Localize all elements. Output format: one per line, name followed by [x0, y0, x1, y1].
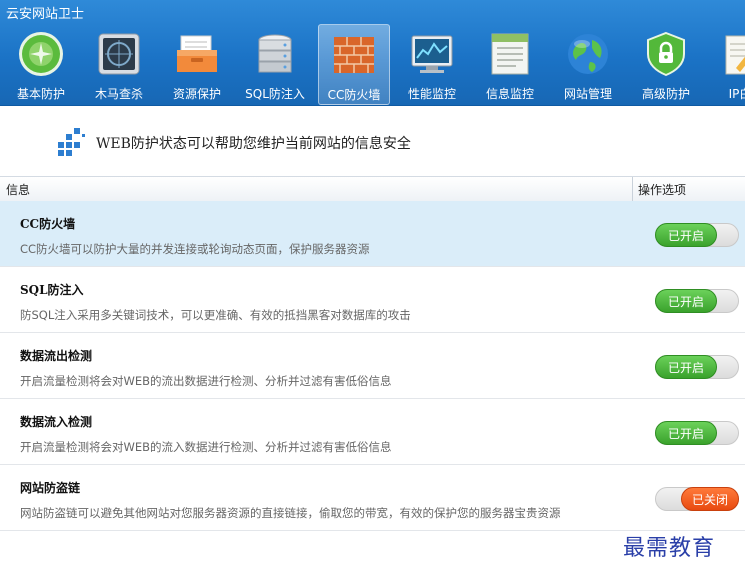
nav-label: 木马查杀: [94, 87, 143, 101]
column-header-info: 信息: [6, 183, 31, 197]
orange-folder-icon: [177, 35, 217, 72]
nav-label: CC防火墙: [327, 88, 381, 102]
nav-item-advanced-protection[interactable]: 高级防护: [631, 24, 701, 104]
nav-label: 资源保护: [172, 87, 221, 101]
list-item[interactable]: 数据流出检测 开启流量检测将会对WEB的流出数据进行检测、分析并过滤有害低俗信息…: [0, 333, 745, 399]
nav-item-ip-whitelist[interactable]: IP白: [705, 24, 745, 104]
outbound-detection-toggle[interactable]: 已开启: [655, 355, 739, 379]
nav-item-performance-monitor[interactable]: 性能监控: [397, 24, 467, 104]
column-divider[interactable]: [632, 177, 633, 201]
sql-injection-toggle[interactable]: 已开启: [655, 289, 739, 313]
top-header: 云安网站卫士 基本防护 木马查杀 资源保护 SQL防注入 CC防火墙 性能监控 …: [0, 0, 745, 106]
nav-item-resource-protection[interactable]: 资源保护: [162, 24, 232, 104]
app-title: 云安网站卫士: [6, 7, 85, 22]
table-header: 信息 操作选项: [0, 176, 745, 202]
nav-label: 基本防护: [16, 87, 65, 101]
globe-icon: [568, 34, 608, 74]
item-description: 开启流量检测将会对WEB的流出数据进行检测、分析并过滤有害低俗信息: [20, 374, 392, 388]
nav-item-info-monitor[interactable]: 信息监控: [475, 24, 545, 104]
list-item[interactable]: 数据流入检测 开启流量检测将会对WEB的流入数据进行检测、分析并过滤有害低俗信息…: [0, 399, 745, 465]
document-list-icon: [491, 33, 529, 75]
toggle-state-label: 已开启: [655, 223, 717, 247]
item-description: CC防火墙可以防护大量的并发连接或轮询动态页面，保护服务器资源: [20, 242, 370, 256]
grid-dots-icon: [58, 128, 85, 156]
column-header-options: 操作选项: [638, 183, 687, 197]
item-title: 网站防盗链: [20, 481, 81, 495]
nav-label: 性能监控: [407, 87, 456, 101]
pencil-note-icon: [725, 35, 745, 75]
list-item[interactable]: SQL防注入 防SQL注入采用多关键词技术，可以更准确、有效的抵挡黑客对数据库的…: [0, 267, 745, 333]
item-description: 开启流量检测将会对WEB的流入数据进行检测、分析并过滤有害低俗信息: [20, 440, 392, 454]
list-item[interactable]: CC防火墙 CC防火墙可以防护大量的并发连接或轮询动态页面，保护服务器资源 已开…: [0, 201, 745, 267]
hotlink-protection-toggle[interactable]: 已关闭: [655, 487, 739, 511]
nav-label: 信息监控: [485, 87, 534, 101]
item-title: 数据流入检测: [20, 415, 93, 429]
main-nav: 基本防护 木马查杀 资源保护 SQL防注入 CC防火墙 性能监控 信息监控 网站…: [0, 24, 745, 105]
nav-item-trojan-scan[interactable]: 木马查杀: [84, 24, 154, 104]
watermark-text: 最需教育: [623, 536, 716, 561]
item-description: 网站防盗链可以避免其他网站对您服务器资源的直接链接，偷取您的带宽，有效的保护您的…: [20, 506, 561, 520]
toggle-state-label: 已开启: [655, 289, 717, 313]
protection-list: CC防火墙 CC防火墙可以防护大量的并发连接或轮询动态页面，保护服务器资源 已开…: [0, 201, 745, 531]
item-description: 防SQL注入采用多关键词技术，可以更准确、有效的抵挡黑客对数据库的攻击: [20, 308, 411, 322]
green-orb-icon: [19, 32, 63, 76]
item-title: 数据流出检测: [20, 349, 93, 363]
banner-text: WEB防护状态可以帮助您维护当前网站的信息安全: [96, 136, 411, 152]
cc-firewall-toggle[interactable]: 已开启: [655, 223, 739, 247]
nav-item-cc-firewall[interactable]: CC防火墙: [318, 24, 390, 105]
nav-label: SQL防注入: [245, 87, 305, 101]
inbound-detection-toggle[interactable]: 已开启: [655, 421, 739, 445]
database-icon: [258, 34, 292, 73]
item-title: CC防火墙: [20, 217, 76, 231]
nav-label: 网站管理: [563, 87, 612, 101]
toggle-state-label: 已开启: [655, 355, 717, 379]
shield-lock-icon: [647, 31, 685, 77]
toggle-state-label: 已开启: [655, 421, 717, 445]
status-banner: WEB防护状态可以帮助您维护当前网站的信息安全: [0, 106, 745, 176]
nav-item-basic-protection[interactable]: 基本防护: [6, 24, 76, 104]
list-item[interactable]: 网站防盗链 网站防盗链可以避免其他网站对您服务器资源的直接链接，偷取您的带宽，有…: [0, 465, 745, 531]
nav-item-sql-injection[interactable]: SQL防注入: [240, 24, 310, 104]
nav-label: IP白: [728, 87, 745, 101]
monitor-chart-icon: [411, 35, 453, 73]
radar-screen-icon: [98, 33, 140, 75]
nav-label: 高级防护: [641, 87, 690, 101]
toggle-state-label: 已关闭: [681, 487, 739, 511]
brick-wall-icon: [334, 37, 374, 73]
nav-item-site-management[interactable]: 网站管理: [553, 24, 623, 104]
item-title: SQL防注入: [20, 283, 84, 297]
